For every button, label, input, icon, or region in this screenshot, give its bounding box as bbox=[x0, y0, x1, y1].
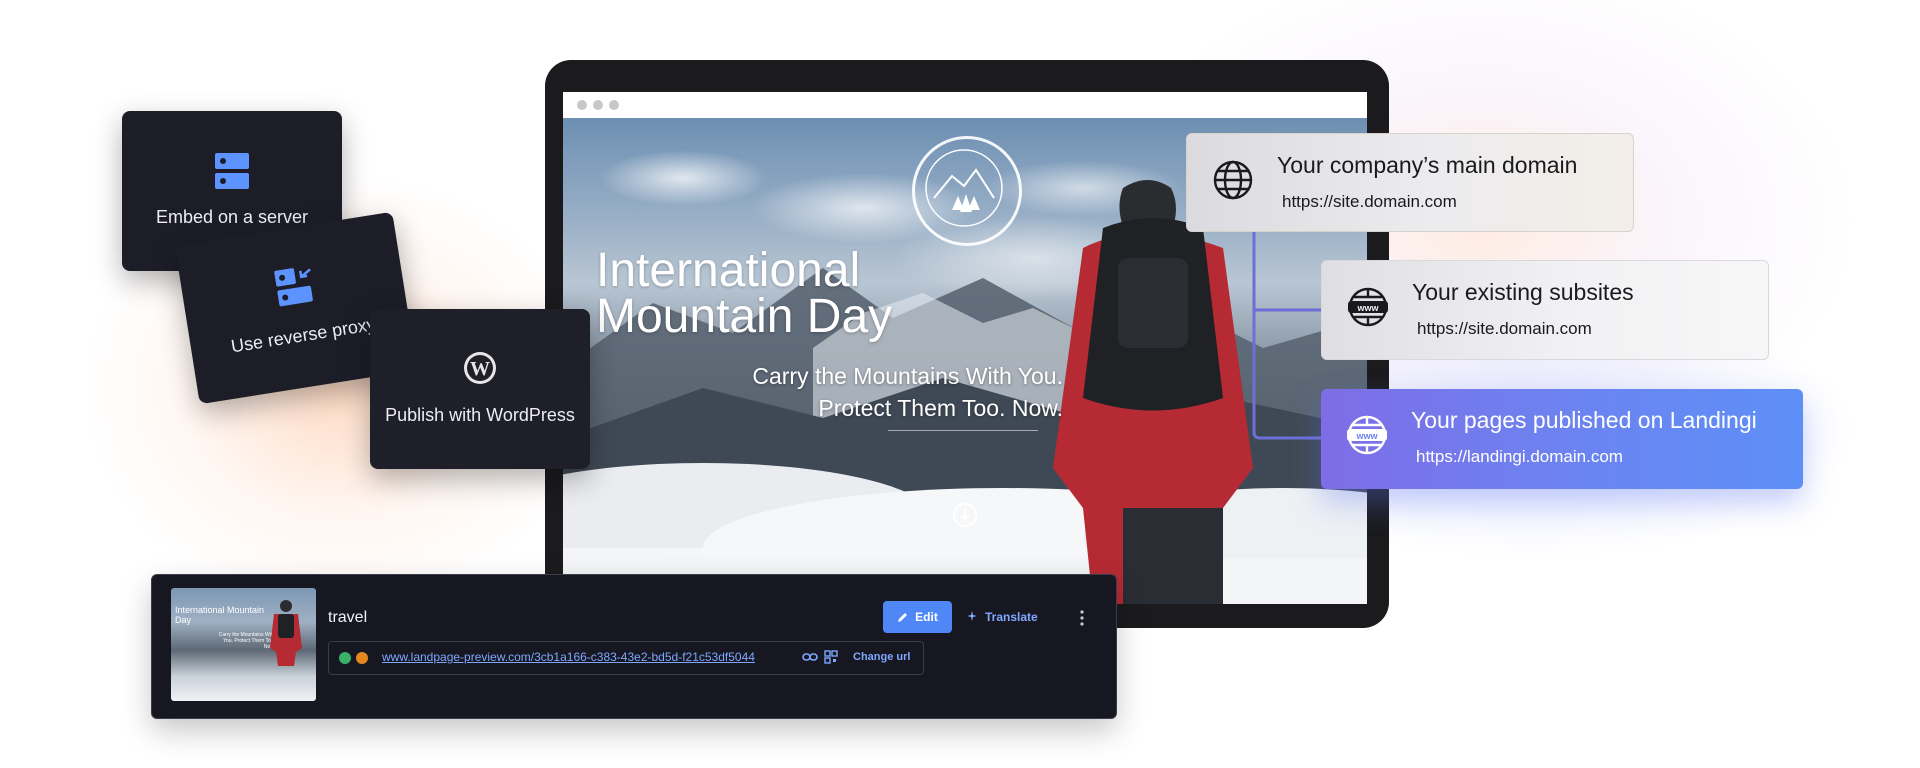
translate-button-label: Translate bbox=[985, 610, 1038, 624]
window-dot-icon bbox=[593, 100, 603, 110]
page-url-link[interactable]: www.landpage-preview.com/3cb1a166-c383-4… bbox=[382, 650, 755, 664]
window-dot-icon bbox=[609, 100, 619, 110]
browser-bar bbox=[563, 92, 1367, 118]
landingi-pages-url: https://landingi.domain.com bbox=[1416, 447, 1623, 466]
globe-status-icon bbox=[356, 652, 368, 664]
landingi-pages-title: Your pages published on Landingi bbox=[1411, 407, 1757, 433]
copy-link-icon[interactable] bbox=[802, 650, 818, 664]
pencil-icon bbox=[898, 613, 908, 622]
edit-button-label: Edit bbox=[915, 610, 938, 624]
svg-text:www: www bbox=[1355, 431, 1378, 441]
more-options-icon[interactable] bbox=[1079, 610, 1085, 626]
hero-title: International Mountain Day bbox=[596, 244, 893, 343]
wordpress-icon: W bbox=[464, 352, 496, 384]
main-domain-url: https://site.domain.com bbox=[1282, 192, 1457, 211]
thumbnail-hiker-image bbox=[270, 600, 302, 666]
www-globe-icon: www bbox=[1347, 415, 1387, 455]
scroll-down-icon[interactable] bbox=[953, 503, 977, 527]
url-bar: www.landpage-preview.com/3cb1a166-c383-4… bbox=[328, 641, 924, 675]
landingi-pages-card: www Your pages published on Landingi htt… bbox=[1321, 389, 1803, 489]
divider bbox=[888, 430, 1038, 431]
hero-subtitle: Carry the Mountains With You. Protect Th… bbox=[693, 360, 1063, 424]
translate-button[interactable]: Translate bbox=[967, 601, 1038, 633]
thumbnail-title: International Mountain Day bbox=[175, 605, 265, 625]
www-globe-icon: www bbox=[1348, 287, 1388, 327]
sparkle-icon bbox=[967, 611, 977, 621]
window-dot-icon bbox=[577, 100, 587, 110]
page-thumbnail[interactable]: International Mountain Day Carry the Mou… bbox=[171, 588, 316, 701]
reverse-proxy-icon bbox=[274, 268, 313, 307]
hero-subtitle-line: Carry the Mountains With You. bbox=[752, 363, 1063, 389]
publish-wordpress-label: Publish with WordPress bbox=[385, 405, 575, 425]
subsites-title: Your existing subsites bbox=[1412, 279, 1634, 305]
main-domain-title: Your company’s main domain bbox=[1277, 152, 1578, 178]
edit-button[interactable]: Edit bbox=[883, 601, 952, 633]
page-name: travel bbox=[328, 609, 368, 626]
hero-subtitle-line: Protect Them Too. Now. bbox=[818, 395, 1063, 421]
svg-text:W: W bbox=[470, 358, 490, 380]
domain-connector-lines bbox=[1252, 232, 1322, 440]
server-icon bbox=[215, 153, 249, 189]
check-icon bbox=[339, 652, 351, 664]
publish-wordpress-card[interactable]: W Publish with WordPress bbox=[370, 309, 590, 469]
change-url-link[interactable]: Change url bbox=[853, 651, 910, 663]
subsites-url: https://site.domain.com bbox=[1417, 319, 1592, 338]
main-domain-card: Your company’s main domain https://site.… bbox=[1186, 133, 1634, 232]
page-list-item: International Mountain Day Carry the Mou… bbox=[151, 574, 1117, 719]
summit-guardians-logo bbox=[912, 136, 1022, 246]
subsites-card: www Your existing subsites https://site.… bbox=[1321, 260, 1769, 360]
svg-text:www: www bbox=[1356, 303, 1379, 313]
globe-icon bbox=[1213, 160, 1253, 200]
qr-code-icon[interactable] bbox=[824, 650, 838, 664]
